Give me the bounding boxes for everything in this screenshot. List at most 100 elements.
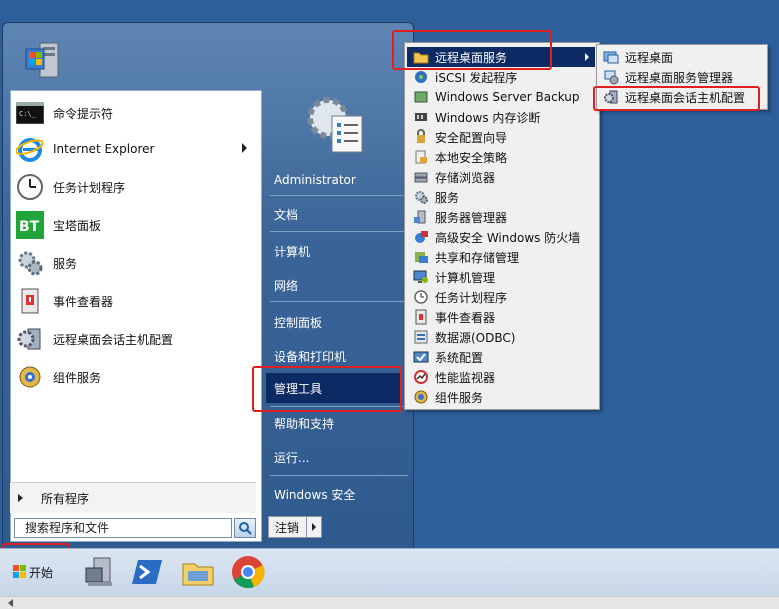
highlight-admin-tools xyxy=(252,366,402,412)
all-programs-button[interactable]: 所有程序 xyxy=(10,482,256,513)
menu-item-task-scheduler[interactable]: 任务计划程序 xyxy=(407,287,595,307)
menu-item-label: iSCSI 发起程序 xyxy=(435,70,518,85)
iscsi-icon xyxy=(415,71,427,83)
search-button[interactable] xyxy=(234,518,256,538)
highlight-remote-desktop-services xyxy=(392,30,552,70)
search-input[interactable]: 搜索程序和文件 xyxy=(14,518,232,538)
menu-item-local-security-policy[interactable]: 本地安全策略 xyxy=(407,147,595,167)
services-icon xyxy=(415,191,428,204)
program-label: 远程桌面会话主机配置 xyxy=(53,332,174,347)
menu-item-label: 远程桌面 xyxy=(625,50,674,65)
program-item-bt-panel[interactable]: BT 宝塔面板 xyxy=(15,207,255,243)
menu-item-remote-desktop[interactable]: 远程桌面 xyxy=(599,47,763,67)
menu-item-event-viewer[interactable]: 事件查看器 xyxy=(407,307,595,327)
start-label: 开始 xyxy=(28,565,53,580)
menu-item-share-storage[interactable]: 共享和存储管理 xyxy=(407,247,595,267)
program-item-event-viewer[interactable]: 事件查看器 xyxy=(15,283,255,319)
logoff-label: 注销 xyxy=(275,520,300,535)
firewall-icon xyxy=(415,231,428,243)
menu-item-firewall[interactable]: 高级安全 Windows 防火墙 xyxy=(407,227,595,247)
menu-item-odbc[interactable]: 数据源(ODBC) xyxy=(407,327,595,347)
menu-item-iscsi[interactable]: iSCSI 发起程序 xyxy=(407,67,595,87)
right-item-documents[interactable]: 文档 xyxy=(274,199,404,229)
right-item-label: 帮助和支持 xyxy=(274,416,335,431)
menu-item-label: 数据源(ODBC) xyxy=(435,330,516,345)
server-manager-icon[interactable] xyxy=(82,554,118,590)
menu-item-server-manager[interactable]: 服务器管理器 xyxy=(407,207,595,227)
task-scheduler-icon xyxy=(414,290,428,304)
server-manager-icon xyxy=(414,210,426,224)
program-label: Internet Explorer xyxy=(53,142,155,156)
right-item-label: 计算机 xyxy=(274,244,311,259)
submenu-arrow-icon xyxy=(585,53,589,61)
menu-item-storage-explorer[interactable]: 存储浏览器 xyxy=(407,167,595,187)
sysconfig-icon xyxy=(413,351,429,363)
backup-icon xyxy=(414,91,428,103)
right-item-label: 设备和打印机 xyxy=(274,349,347,364)
scroll-left-icon xyxy=(8,599,13,607)
menu-item-server-backup[interactable]: Windows Server Backup xyxy=(407,87,595,107)
menu-item-component-services[interactable]: 组件服务 xyxy=(407,387,595,407)
chrome-icon[interactable] xyxy=(230,554,266,590)
right-item-label: 网络 xyxy=(274,278,299,293)
menu-item-label: Windows Server Backup xyxy=(435,90,580,104)
perfmon-icon xyxy=(414,370,428,384)
all-programs-label: 所有程序 xyxy=(41,491,90,506)
shutdown-options-button[interactable] xyxy=(306,517,321,537)
menu-item-services[interactable]: 服务 xyxy=(407,187,595,207)
rdsh-config-icon xyxy=(15,324,45,354)
storage-explorer-icon xyxy=(414,172,428,183)
menu-item-label: 任务计划程序 xyxy=(435,290,508,305)
cmd-icon: C:\_ xyxy=(15,98,45,128)
clock-icon xyxy=(15,172,45,202)
windows-logo-icon xyxy=(12,565,26,578)
computer-mgmt-icon xyxy=(413,270,428,283)
program-label: 命令提示符 xyxy=(53,106,114,121)
right-item-run[interactable]: 运行... xyxy=(274,442,404,472)
menu-item-label: 系统配置 xyxy=(435,350,484,365)
program-label: 组件服务 xyxy=(53,370,102,385)
program-item-services[interactable]: 服务 xyxy=(15,245,255,281)
rds-manager-icon xyxy=(604,70,619,85)
program-item-rdsh-config[interactable]: 远程桌面会话主机配置 xyxy=(15,321,255,357)
right-item-label: 控制面板 xyxy=(274,315,323,330)
memory-diag-icon xyxy=(415,113,427,121)
odbc-icon xyxy=(414,330,428,344)
explorer-icon[interactable] xyxy=(180,554,216,590)
right-item-label: 运行... xyxy=(274,450,310,465)
separator xyxy=(270,301,408,302)
services-gear-icon xyxy=(15,248,45,278)
menu-item-system-config[interactable]: 系统配置 xyxy=(407,347,595,367)
program-item-task-scheduler[interactable]: 任务计划程序 xyxy=(15,169,255,205)
right-item-control-panel[interactable]: 控制面板 xyxy=(274,307,404,337)
right-item-administrator[interactable]: Administrator xyxy=(274,165,404,195)
powershell-icon[interactable] xyxy=(130,554,166,590)
right-item-computer[interactable]: 计算机 xyxy=(274,236,404,266)
menu-item-label: Windows 内存诊断 xyxy=(435,110,541,125)
menu-item-security-wizard[interactable]: 安全配置向导 xyxy=(407,127,595,147)
menu-item-label: 事件查看器 xyxy=(435,310,496,325)
menu-item-performance-monitor[interactable]: 性能监视器 xyxy=(407,367,595,387)
local-policy-icon xyxy=(415,150,427,164)
right-item-help[interactable]: 帮助和支持 xyxy=(274,408,404,438)
security-wizard-icon xyxy=(417,129,425,143)
menu-item-label: 安全配置向导 xyxy=(435,130,508,145)
horizontal-scrollbar[interactable] xyxy=(0,596,779,609)
menu-item-label: 共享和存储管理 xyxy=(435,250,520,265)
logoff-button[interactable]: 注销 xyxy=(268,516,322,538)
program-item-cmd[interactable]: C:\_ 命令提示符 xyxy=(15,95,255,131)
svg-text:BT: BT xyxy=(19,219,40,235)
program-label: 任务计划程序 xyxy=(53,180,126,195)
program-item-component-services[interactable]: 组件服务 xyxy=(15,359,255,395)
right-item-network[interactable]: 网络 xyxy=(274,270,404,300)
start-button[interactable]: 开始 xyxy=(6,556,60,588)
menu-item-computer-management[interactable]: 计算机管理 xyxy=(407,267,595,287)
menu-item-rds-manager[interactable]: 远程桌面服务管理器 xyxy=(599,67,763,87)
program-item-internet-explorer[interactable]: Internet Explorer xyxy=(15,131,255,167)
program-label: 事件查看器 xyxy=(53,294,114,309)
right-item-windows-security[interactable]: Windows 安全 xyxy=(274,479,404,509)
menu-item-memory-diagnostic[interactable]: Windows 内存诊断 xyxy=(407,107,595,127)
menu-item-label: 服务器管理器 xyxy=(435,210,508,225)
user-picture-icon xyxy=(25,42,59,78)
menu-item-label: 存储浏览器 xyxy=(435,170,496,185)
